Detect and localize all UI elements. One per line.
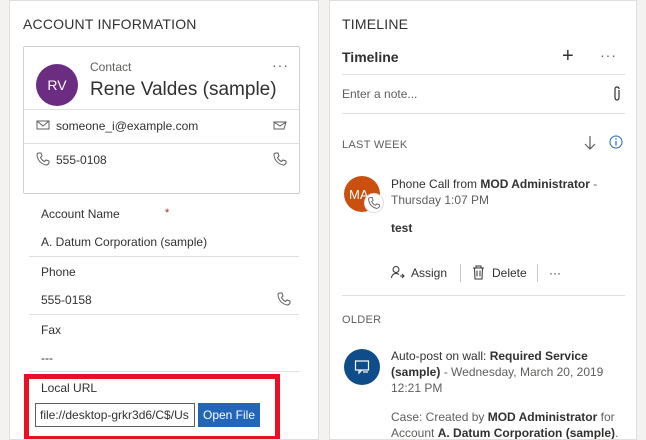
post-body-account: A. Datum Corporation (sample)	[437, 426, 616, 440]
email-icon	[36, 120, 50, 130]
timeline-section-title: TIMELINE	[342, 16, 409, 32]
fax-label: Fax	[41, 323, 62, 337]
phone-call-from: MOD Administrator	[480, 177, 590, 191]
phone-call-body: test	[391, 221, 413, 235]
timeline-divider	[342, 113, 625, 114]
action-separator	[537, 264, 538, 282]
timeline-header: Timeline	[342, 49, 399, 65]
contact-avatar: RV	[36, 64, 78, 106]
contact-kind-label: Contact	[90, 60, 132, 74]
action-separator	[460, 264, 461, 282]
account-information-panel: ACCOUNT INFORMATION RV Contact Rene Vald…	[9, 0, 319, 440]
title-separator: -	[440, 365, 452, 379]
post-avatar	[344, 349, 380, 385]
contact-name[interactable]: Rene Valdes (sample)	[90, 79, 277, 101]
more-actions-button[interactable]: ···	[549, 266, 561, 280]
auto-post-icon	[354, 360, 370, 375]
phone-label: Phone	[41, 265, 76, 279]
field-divider	[29, 371, 299, 372]
auto-post-title[interactable]: Auto-post on wall: Required Service (sam…	[391, 348, 626, 396]
field-divider	[29, 314, 299, 315]
info-icon[interactable]	[609, 135, 623, 149]
contact-email[interactable]: someone_i@example.com	[56, 119, 198, 133]
group-label-older: OLDER	[342, 314, 382, 326]
required-indicator: *	[165, 207, 170, 219]
field-divider	[29, 256, 299, 257]
call-icon[interactable]	[273, 152, 287, 166]
phone-call-icon	[364, 193, 384, 213]
post-body-who: MOD Administrator	[487, 410, 598, 424]
more-options-icon[interactable]: ···	[272, 57, 289, 73]
assign-icon	[391, 266, 405, 279]
post-body-end: .	[615, 426, 619, 440]
assign-button[interactable]: Assign	[411, 266, 447, 280]
account-name-value[interactable]: A. Datum Corporation (sample)	[41, 235, 207, 249]
contact-phone[interactable]: 555-0108	[56, 153, 107, 167]
fax-value[interactable]: ---	[41, 351, 53, 365]
contact-card: RV Contact Rene Valdes (sample) ··· some…	[23, 46, 300, 194]
phone-call-time: Thursday 1:07 PM	[391, 193, 490, 207]
delete-button[interactable]: Delete	[492, 266, 527, 280]
call-phone-icon[interactable]	[277, 292, 291, 306]
auto-post-body: Case: Created by MOD Administrator for A…	[391, 409, 631, 440]
delete-icon	[473, 265, 484, 280]
timeline-divider	[342, 295, 625, 296]
phone-call-prefix: Phone Call from	[391, 177, 481, 191]
group-label-last-week: LAST WEEK	[342, 139, 408, 151]
account-name-label: Account Name	[41, 207, 120, 221]
account-section-title: ACCOUNT INFORMATION	[23, 16, 197, 32]
title-separator: -	[589, 177, 598, 191]
contact-email-row: someone_i@example.com	[24, 109, 299, 143]
note-input[interactable]: Enter a note...	[342, 87, 582, 101]
phone-icon	[36, 152, 50, 166]
timeline-divider	[342, 74, 625, 75]
more-options-icon[interactable]: ···	[600, 47, 617, 63]
sort-down-icon[interactable]	[583, 135, 597, 151]
timeline-panel: TIMELINE Timeline + ··· Enter a note... …	[329, 0, 637, 440]
auto-post-prefix: Auto-post on wall:	[391, 349, 490, 363]
highlight-box	[24, 374, 280, 439]
post-body-prefix: Case: Created by	[391, 410, 488, 424]
phone-call-title[interactable]: Phone Call from MOD Administrator - Thur…	[391, 176, 611, 208]
contact-phone-row: 555-0108	[24, 143, 299, 177]
add-icon[interactable]: +	[562, 45, 574, 68]
send-email-icon[interactable]	[273, 118, 287, 132]
phone-value[interactable]: 555-0158	[41, 293, 92, 307]
attachment-icon[interactable]	[611, 86, 623, 102]
